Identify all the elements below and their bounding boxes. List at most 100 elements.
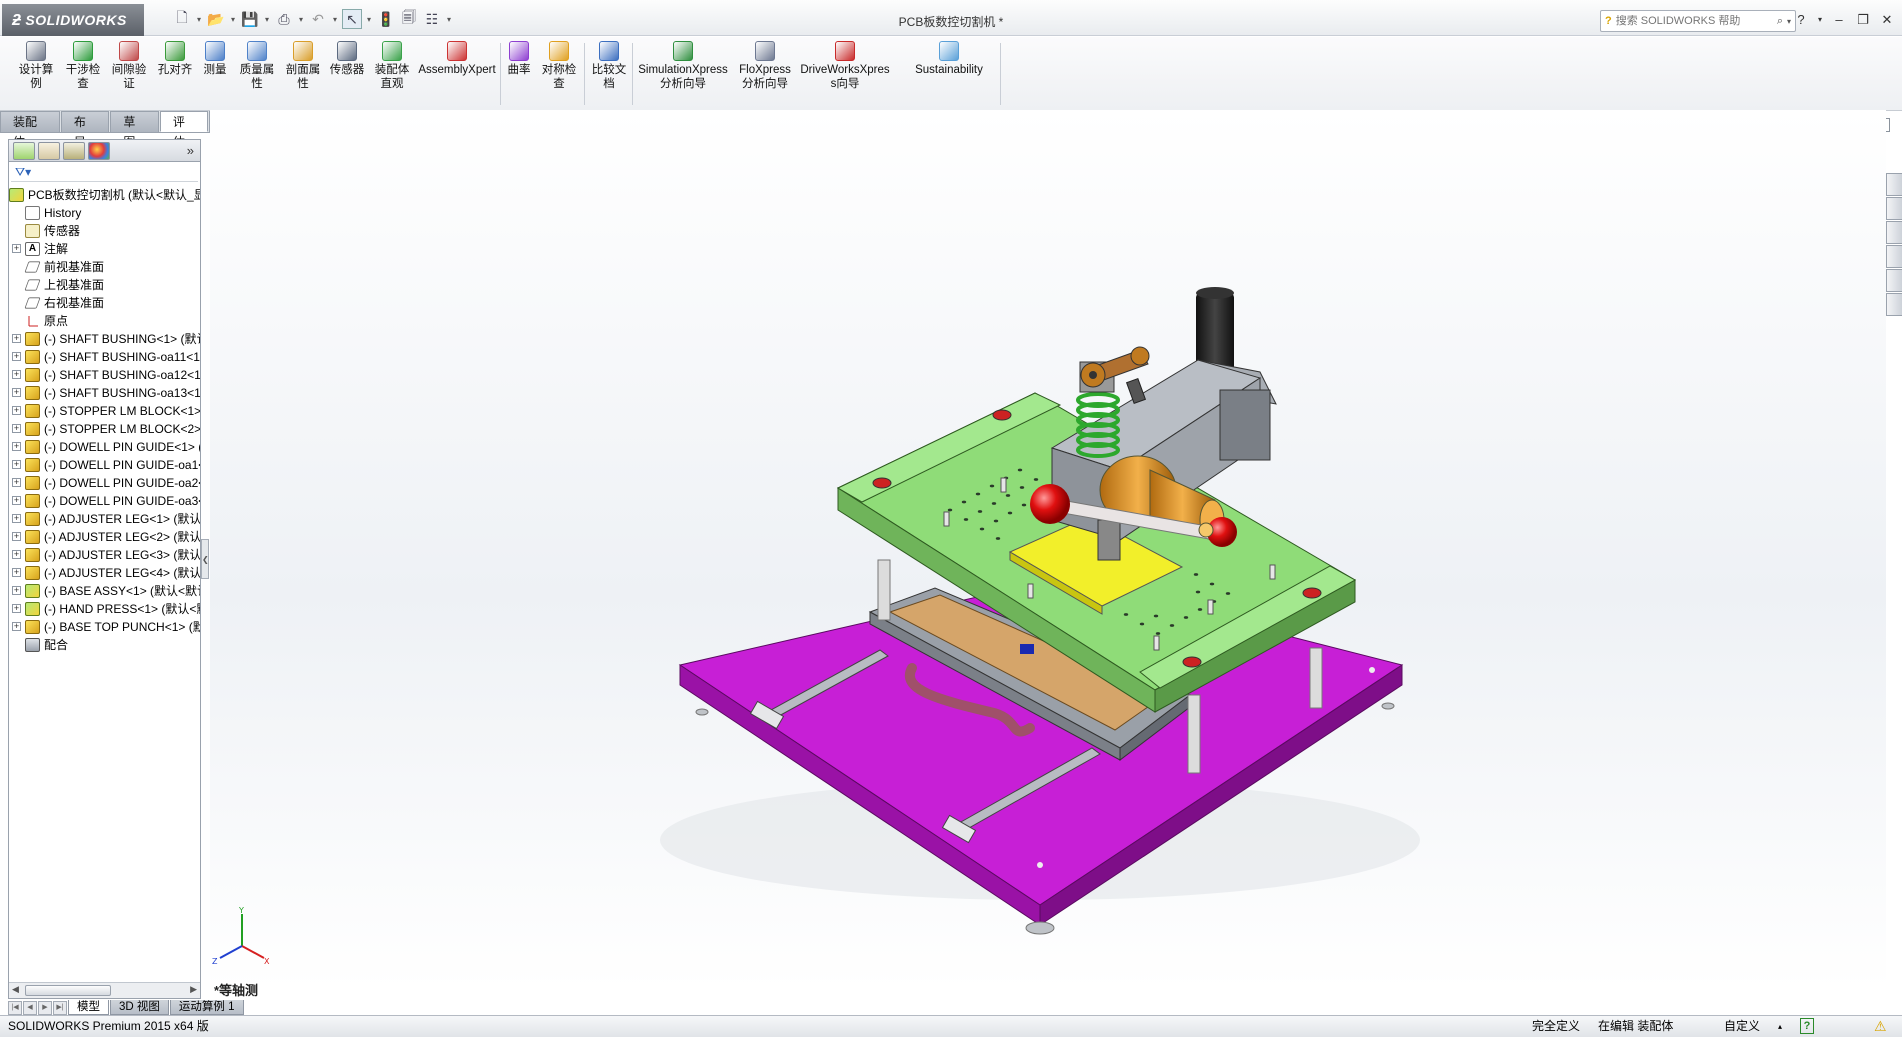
tree-item[interactable]: + (-) SHAFT BUSHING-oa12<1> (默认) [9,366,200,384]
expand-icon[interactable]: + [12,532,21,541]
hole-align-button[interactable]: 孔对齐 [154,41,196,77]
help-icon[interactable]: ? [1792,12,1810,28]
tree-item[interactable]: + (-) ADJUSTER LEG<3> (默认<<默认>) [9,546,200,564]
expand-icon[interactable]: + [12,496,21,505]
expand-icon[interactable]: + [12,460,21,469]
prev-tab-icon[interactable]: ◀ [23,1001,37,1015]
unit-system[interactable]: 自定义 [1724,1016,1760,1037]
minimize-button[interactable]: – [1830,12,1848,28]
chevron-up-icon[interactable]: ▴ [1778,1016,1782,1037]
mass-props-button[interactable]: 质量属性 [236,41,278,91]
property-manager-tab-icon[interactable] [38,141,60,160]
section-props-button[interactable]: 剖面属性 [282,41,324,91]
measure-button[interactable]: 测量 [200,41,230,77]
expand-icon[interactable]: + [12,406,21,415]
help-search-input[interactable] [1615,15,1773,27]
chevron-down-icon[interactable]: ▾ [1787,17,1791,26]
sensor-button[interactable]: 传感器 [328,41,366,77]
tree-item[interactable]: 原点 [9,312,200,330]
search-icon[interactable]: ⌕ [1777,15,1783,28]
scroll-right-icon[interactable]: ▶ [190,984,197,995]
tab-2[interactable]: 草图 [110,111,159,149]
custom-properties-icon[interactable] [1886,293,1902,316]
expand-icon[interactable]: + [12,370,21,379]
help-search[interactable]: ? ⌕ ▾ [1600,10,1796,32]
expand-icon[interactable]: + [12,478,21,487]
appearances-icon[interactable] [1886,269,1902,292]
floxpress-button[interactable]: FloXpress分析向导 [734,41,796,91]
expand-icon[interactable]: + [12,424,21,433]
tree-item[interactable]: + (-) STOPPER LM BLOCK<2> (默认) [9,420,200,438]
tree-item[interactable]: + (-) STOPPER LM BLOCK<1> (默认) [9,402,200,420]
expand-icon[interactable]: + [12,334,21,343]
tree-horizontal-scrollbar[interactable]: ◀ ▶ [9,982,200,998]
tab-1[interactable]: 布局 [60,111,110,149]
next-tab-icon[interactable]: ▶ [38,1001,52,1015]
tree-item[interactable]: 右视基准面 [9,294,200,312]
scroll-left-icon[interactable]: ◀ [12,984,19,995]
chevron-down-icon[interactable]: ▾ [1816,12,1824,28]
feature-tree-tab-icon[interactable] [13,141,35,160]
expand-icon[interactable]: + [12,244,21,253]
driveworksxpress-button[interactable]: DriveWorksXpress向导 [800,41,890,91]
tree-item[interactable]: 上视基准面 [9,276,200,294]
tree-item[interactable]: 配合 [9,636,200,654]
expand-icon[interactable]: + [12,442,21,451]
expand-icon[interactable]: + [12,604,21,613]
expand-icon[interactable]: + [12,388,21,397]
assemblyxpert-button[interactable]: AssemblyXpert [418,41,496,77]
tree-item[interactable]: + (-) SHAFT BUSHING-oa13<1> (默认) [9,384,200,402]
scrollbar-thumb[interactable] [25,985,111,996]
symmetry-check-button[interactable]: 对称检查 [538,41,580,91]
clearance-verify-button[interactable]: 间隙验证 [108,41,150,91]
tree-item[interactable]: History [9,204,200,222]
graphics-area[interactable] [210,110,1886,990]
restore-button[interactable]: ❐ [1854,12,1872,28]
compare-docs-button[interactable]: 比较文档 [588,41,630,91]
curvature-button[interactable]: 曲率 [504,41,534,77]
sustainability-button[interactable]: Sustainability [912,41,986,77]
bottom-tab-0[interactable]: 模型 [68,1000,109,1015]
interference-check-button[interactable]: 干涉检查 [62,41,104,91]
tree-item[interactable]: + (-) SHAFT BUSHING<1> (默认<<默认>_显示状态 1>) [9,330,200,348]
filter-icon[interactable]: ⛛▾ [15,165,31,180]
expand-icon[interactable]: + [12,586,21,595]
expand-panel-icon[interactable]: » [187,143,194,158]
tree-item[interactable]: + (-) ADJUSTER LEG<2> (默认<<默认>) [9,528,200,546]
tree-filter[interactable]: ⛛▾ [11,164,198,182]
tree-item[interactable]: + (-) ADJUSTER LEG<1> (默认<<默认>) [9,510,200,528]
expand-icon[interactable]: + [12,550,21,559]
last-tab-icon[interactable]: ▶| [53,1001,67,1015]
configuration-manager-tab-icon[interactable] [63,141,85,160]
design-study-button[interactable]: 设计算例 [14,41,58,91]
design-library-icon[interactable] [1886,197,1902,220]
expand-icon[interactable]: + [12,622,21,631]
tree-item[interactable]: 传感器 [9,222,200,240]
bottom-tab-1[interactable]: 3D 视图 [110,1000,169,1015]
tree-root[interactable]: PCB板数控切割机 (默认<默认_显示状态-1>) [9,186,200,204]
tree-item[interactable]: + (-) SHAFT BUSHING-oa11<1> (默认) [9,348,200,366]
tab-3[interactable]: 评估 [159,111,209,149]
tree-item[interactable]: + (-) DOWELL PIN GUIDE<1> (默认) [9,438,200,456]
tree-item[interactable]: + (-) BASE TOP PUNCH<1> (默认<<默认>) [9,618,200,636]
tree-item[interactable]: + (-) HAND PRESS<1> (默认<默认_显示状态-1>) [9,600,200,618]
first-tab-icon[interactable]: |◀ [8,1001,22,1015]
expand-icon[interactable]: + [12,352,21,361]
tree-item[interactable]: + (-) DOWELL PIN GUIDE-oa3<1> (默认) [9,492,200,510]
tab-0[interactable]: 装配体 [0,111,60,149]
tree-item[interactable]: 前视基准面 [9,258,200,276]
tree-item[interactable]: + A 注解 [9,240,200,258]
tree-item[interactable]: + (-) DOWELL PIN GUIDE-oa2<1> (默认) [9,474,200,492]
notification-icon[interactable]: ⚠ [1874,1016,1887,1037]
expand-icon[interactable]: + [12,568,21,577]
solidworks-resources-icon[interactable] [1886,173,1902,196]
display-manager-tab-icon[interactable] [88,141,110,160]
file-explorer-icon[interactable] [1886,221,1902,244]
simulationxpress-button[interactable]: SimulationXpress分析向导 [638,41,728,91]
expand-icon[interactable]: + [12,514,21,523]
help-icon[interactable]: ? [1800,1018,1814,1034]
tree-item[interactable]: + (-) BASE ASSY<1> (默认<默认_显示状态-1>) [9,582,200,600]
tree-item[interactable]: + (-) ADJUSTER LEG<4> (默认<<默认>) [9,564,200,582]
close-button[interactable]: ✕ [1878,12,1896,28]
panel-splitter[interactable]: ❮ [201,539,209,579]
